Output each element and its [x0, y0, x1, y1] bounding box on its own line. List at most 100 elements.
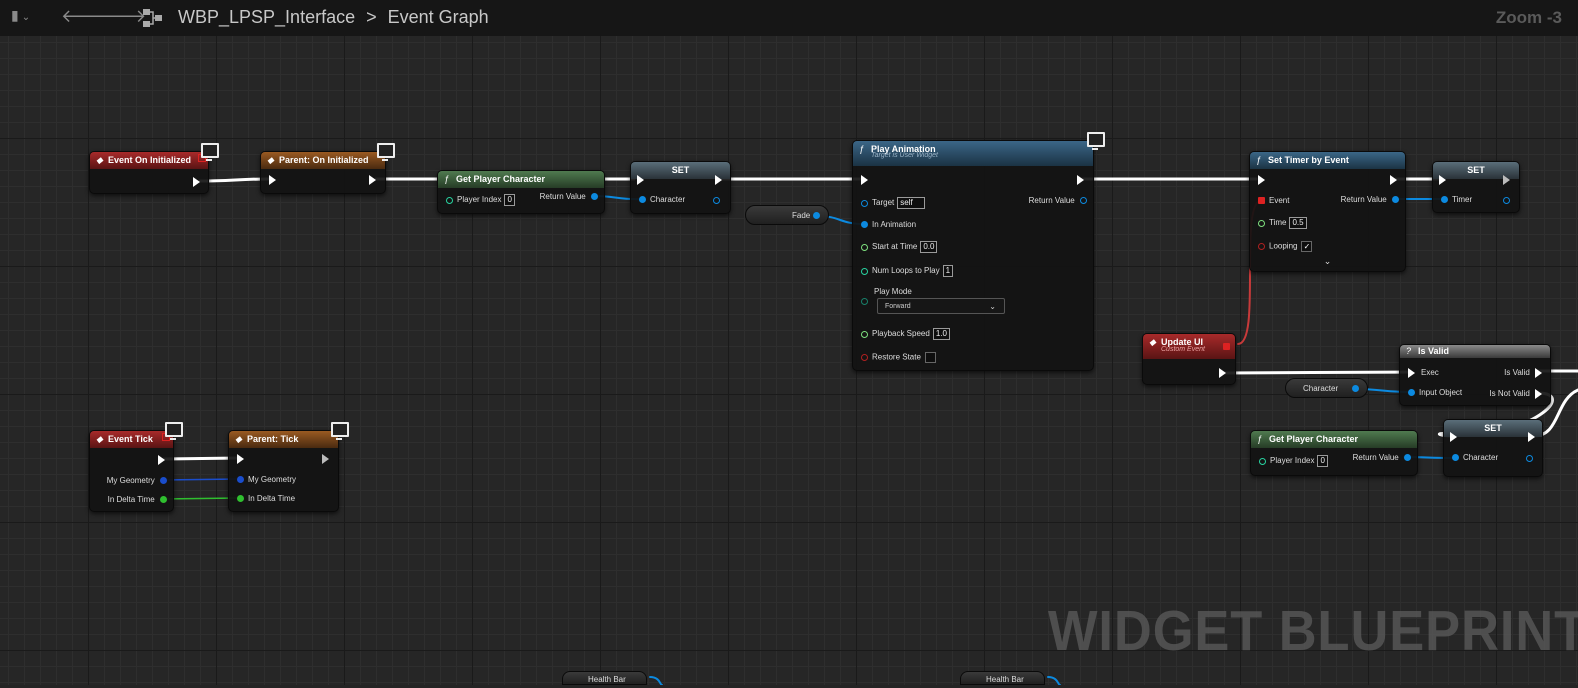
delegate-out-pin[interactable]	[1223, 343, 1230, 350]
pin-label: Target	[872, 198, 895, 208]
object-out-pin[interactable]	[1080, 197, 1087, 205]
update-ui-event-node[interactable]: ◆ Update UI Custom Event	[1142, 333, 1236, 385]
object-pin[interactable]	[861, 199, 868, 207]
exec-out-pin[interactable]	[1390, 175, 1397, 185]
exec-in-pin[interactable]	[861, 175, 868, 185]
float-pin[interactable]	[1258, 219, 1265, 227]
get-player-character-node[interactable]: ƒ Get Player Character Player Index 0 Retu…	[437, 170, 605, 214]
breadcrumb-asset[interactable]: WBP_LPSP_Interface	[178, 7, 355, 27]
exec-out-pin[interactable]	[158, 455, 165, 465]
looping-checkbox[interactable]: ✓	[1301, 241, 1313, 252]
object-pin[interactable]	[591, 193, 598, 201]
pin-label: Player Index	[457, 195, 502, 205]
expand-chevron-icon[interactable]: ⌄	[1250, 256, 1405, 267]
pin-label: My Geometry	[106, 476, 155, 485]
is-valid-node[interactable]: ? Is Valid Exec Is Valid Input Object Is …	[1399, 344, 1551, 406]
play-mode-dropdown[interactable]: Forward ⌄	[877, 298, 1005, 314]
exec-in-pin[interactable]	[269, 175, 276, 185]
playback-speed-field[interactable]: 1.0	[932, 328, 950, 340]
character-variable-node[interactable]: Character	[1285, 378, 1368, 398]
exec-in-pin[interactable]	[237, 454, 244, 464]
struct-pin[interactable]	[160, 477, 167, 485]
set-timer-node[interactable]: SET Timer	[1432, 161, 1520, 213]
bool-pin[interactable]	[861, 354, 868, 361]
exec-in-pin[interactable]	[637, 175, 644, 185]
exec-in-pin[interactable]	[1450, 432, 1457, 442]
float-pin[interactable]	[237, 495, 244, 503]
exec-out-pin[interactable]	[1528, 432, 1535, 442]
struct-pin[interactable]	[1392, 196, 1399, 204]
exec-out-pin[interactable]	[1219, 368, 1226, 378]
object-out-pin[interactable]	[1526, 455, 1533, 462]
object-pin[interactable]	[813, 212, 820, 219]
struct-pin[interactable]	[237, 476, 244, 484]
parent-on-initialized-node[interactable]: ◆ Parent: On Initialized	[260, 151, 386, 194]
exec-out-pin[interactable]	[1077, 175, 1084, 185]
breadcrumb-graph[interactable]: Event Graph	[388, 7, 489, 27]
restore-state-checkbox[interactable]	[924, 352, 936, 363]
time-field[interactable]: 0.5	[1289, 217, 1307, 229]
bool-pin[interactable]	[1258, 243, 1265, 250]
player-index-field[interactable]: 0	[1317, 455, 1328, 467]
variable-label: Fade	[792, 211, 811, 220]
exec-out-pin[interactable]	[1503, 175, 1510, 185]
object-out-pin[interactable]	[713, 197, 720, 204]
exec-out-pin[interactable]	[715, 175, 722, 185]
set-character-node[interactable]: SET Character	[1443, 419, 1543, 477]
node-title: Get Player Character	[1269, 434, 1359, 444]
node-title: SET	[1484, 423, 1502, 433]
num-loops-field[interactable]: 1	[942, 265, 954, 277]
bookmark-icon[interactable]: ▮ ⌄	[11, 7, 30, 24]
exec-in-pin[interactable]	[1439, 175, 1446, 185]
fade-variable-node[interactable]: Fade	[745, 205, 829, 225]
object-pin[interactable]	[1404, 454, 1411, 462]
exec-out-pin[interactable]	[322, 454, 329, 464]
exec-in-pin[interactable]	[1408, 368, 1415, 378]
start-at-time-field[interactable]: 0.0	[920, 241, 938, 253]
event-graph-canvas[interactable]	[0, 36, 1578, 685]
struct-pin[interactable]	[1441, 196, 1448, 204]
event-on-initialized-node[interactable]: ◆ Event On Initialized	[89, 151, 209, 194]
int-pin[interactable]	[861, 267, 868, 275]
node-title: Parent: Tick	[247, 434, 299, 444]
float-pin[interactable]	[861, 330, 868, 338]
object-pin[interactable]	[639, 196, 646, 204]
object-pin[interactable]	[1352, 385, 1359, 392]
health-bar-variable-node[interactable]: Health Bar	[960, 671, 1045, 685]
delegate-pin[interactable]	[1258, 197, 1265, 205]
forward-arrow-icon[interactable]: 🡒	[98, 6, 146, 27]
byte-pin[interactable]	[861, 298, 868, 305]
health-bar-variable-node[interactable]: Health Bar	[562, 671, 647, 685]
event-icon: ◆	[235, 434, 242, 444]
exec-out-pin[interactable]	[193, 177, 200, 187]
pin-label: Play Mode	[874, 287, 912, 296]
set-character-node[interactable]: SET Character	[630, 161, 731, 214]
object-pin[interactable]	[1408, 389, 1415, 397]
exec-out-pin[interactable]	[1535, 368, 1542, 378]
parent-tick-node[interactable]: ◆ Parent: Tick My Geometry In Delta Time	[228, 430, 339, 512]
exec-in-pin[interactable]	[1258, 175, 1265, 185]
play-animation-node[interactable]: ƒ Play Animation Target is User Widget Ta…	[852, 140, 1094, 371]
int-pin[interactable]	[1259, 457, 1266, 465]
int-pin[interactable]	[446, 196, 453, 204]
target-field[interactable]: self	[897, 197, 926, 209]
event-tick-node[interactable]: ◆ Event Tick My Geometry In Delta Time	[89, 430, 174, 512]
object-pin[interactable]	[861, 221, 868, 229]
exec-out-pin[interactable]	[1535, 389, 1542, 399]
object-pin[interactable]	[1452, 454, 1459, 462]
widget-blueprint-watermark: WIDGET BLUEPRINT	[1048, 599, 1578, 663]
set-timer-by-event-node[interactable]: ƒ Set Timer by Event Event Return Value T…	[1249, 151, 1406, 272]
chevron-down-icon[interactable]: ⌄	[22, 12, 30, 23]
graph-toolbar: ▮ ⌄ 🡐 🡒 WBP_LPSP_Interface > Event Graph …	[0, 0, 1578, 37]
struct-out-pin[interactable]	[1503, 197, 1510, 204]
pin-label: Player Index	[1270, 456, 1315, 466]
get-player-character-node[interactable]: ƒ Get Player Character Player Index 0 Retu…	[1250, 430, 1418, 476]
float-pin[interactable]	[861, 243, 868, 251]
pin-label: Playback Speed	[872, 329, 930, 339]
player-index-field[interactable]: 0	[504, 194, 515, 206]
float-pin[interactable]	[160, 496, 167, 504]
exec-out-pin[interactable]	[369, 175, 376, 185]
pin-label: Start at Time	[872, 242, 918, 252]
pin-label: Return Value	[1352, 453, 1399, 462]
variable-label: Character	[1303, 384, 1339, 393]
